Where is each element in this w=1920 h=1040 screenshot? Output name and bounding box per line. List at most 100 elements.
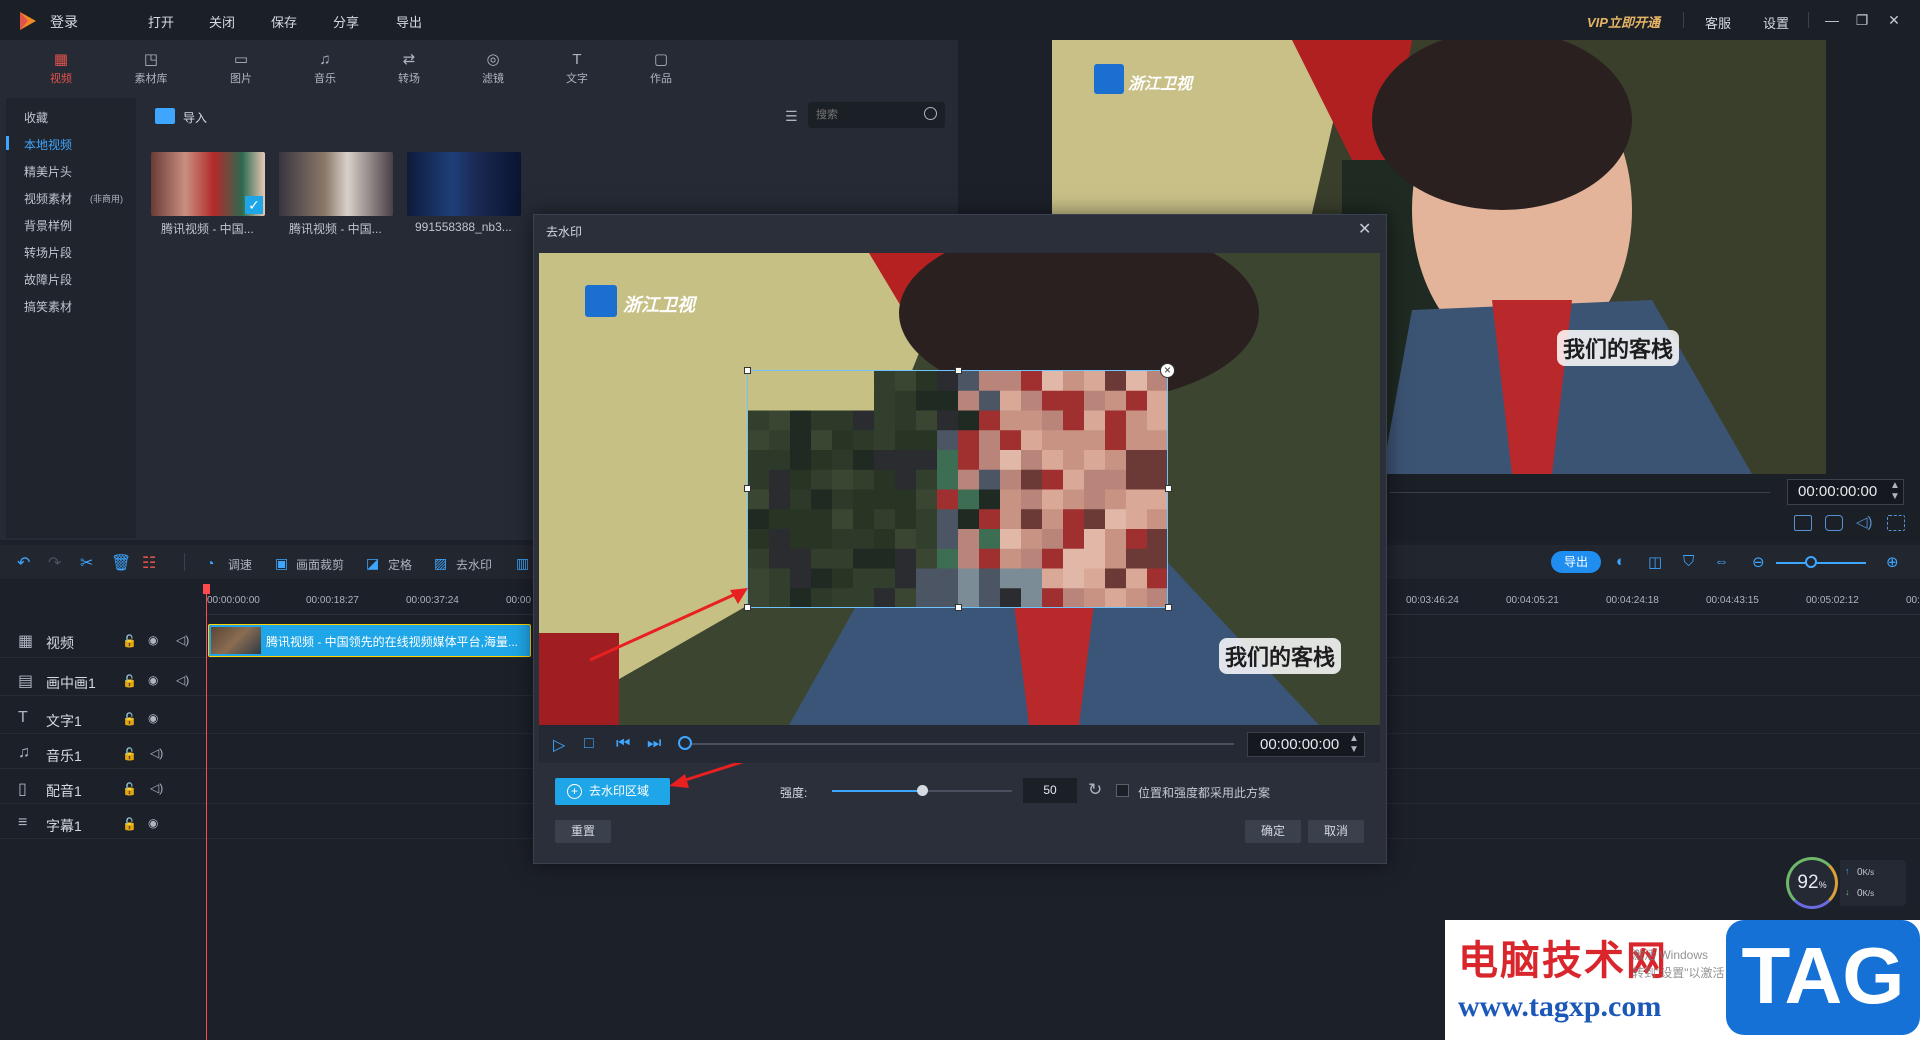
reset-icon[interactable]: ↻ — [1088, 780, 1102, 800]
vip-link[interactable]: VIP立即开通 — [1587, 12, 1660, 31]
time-stepper-icon[interactable]: ▲ ▼ — [1349, 733, 1359, 755]
volume-icon[interactable]: ◁) — [150, 746, 163, 760]
import-icon[interactable] — [155, 108, 175, 124]
resize-handle[interactable] — [1165, 485, 1172, 492]
lock-icon[interactable]: 🔓 — [122, 782, 137, 796]
resize-handle[interactable] — [1165, 604, 1172, 611]
category-transition-clips[interactable]: 转场片段 — [24, 244, 72, 261]
lock-icon[interactable]: 🔓 — [122, 634, 137, 648]
menu-save[interactable]: 保存 — [271, 12, 297, 31]
fullscreen-icon[interactable] — [1887, 515, 1905, 531]
search-box[interactable] — [808, 102, 945, 128]
zoom-slider[interactable] — [1776, 562, 1866, 564]
media-thumbnail[interactable] — [279, 152, 393, 216]
search-input[interactable] — [816, 107, 916, 123]
zoom-slider-knob[interactable] — [1805, 556, 1817, 568]
menu-open[interactable]: 打开 — [148, 12, 174, 31]
close-icon[interactable]: ✕ — [1358, 219, 1371, 239]
fit-icon[interactable]: ⇔ — [1714, 553, 1729, 570]
tab-works[interactable]: ▢ 作品 — [626, 50, 696, 90]
close-icon[interactable]: ✕ — [1885, 11, 1903, 29]
watermark-selection[interactable] — [747, 370, 1168, 608]
add-watermark-area-button[interactable]: + 去水印区域 — [555, 778, 670, 805]
eye-icon[interactable]: ◉ — [148, 711, 158, 725]
lock-icon[interactable]: 🔓 — [122, 747, 137, 761]
volume-icon[interactable]: ◁) — [176, 633, 189, 647]
export-button[interactable]: 导出 — [1551, 551, 1601, 573]
cancel-button[interactable]: 取消 — [1308, 820, 1364, 843]
menu-share[interactable]: 分享 — [333, 12, 359, 31]
marker-icon[interactable]: ⛉ — [1683, 553, 1694, 570]
volume-icon[interactable]: ◁) — [150, 781, 163, 795]
search-icon[interactable] — [924, 107, 937, 120]
import-button[interactable]: 导入 — [183, 109, 207, 126]
resize-handle[interactable] — [955, 367, 962, 374]
settings-link[interactable]: 设置 — [1763, 13, 1789, 32]
preview-timecode[interactable]: 00:00:00:00 — [1787, 479, 1904, 505]
prev-frame-icon[interactable]: ⏮ — [616, 735, 630, 753]
lock-icon[interactable]: 🔓 — [122, 712, 137, 726]
tab-music[interactable]: ♫ 音乐 — [290, 50, 360, 90]
remove-watermark-button[interactable]: 去水印 — [456, 556, 492, 573]
freeze-icon[interactable]: ◪ — [366, 555, 379, 572]
zoom-in-icon[interactable]: ⊕ — [1886, 553, 1899, 571]
tab-library[interactable]: ◳ 素材库 — [116, 50, 186, 90]
stop-icon[interactable]: □ — [584, 735, 594, 753]
strength-input[interactable]: 50 — [1023, 778, 1077, 803]
watermark-icon[interactable]: ▨ — [434, 555, 447, 572]
lock-icon[interactable]: 🔓 — [122, 817, 137, 831]
reset-button[interactable]: 重置 — [555, 820, 611, 843]
category-footage[interactable]: 视频素材 — [24, 190, 72, 207]
undo-icon[interactable]: ↶ — [17, 553, 30, 573]
tab-video[interactable]: ▦ 视频 — [26, 50, 96, 90]
menu-export[interactable]: 导出 — [396, 12, 422, 31]
split-view-icon[interactable]: ◫ — [1648, 553, 1662, 571]
next-frame-icon[interactable]: ⏭ — [647, 735, 661, 753]
crop-icon[interactable]: ▣ — [275, 555, 288, 572]
seek-knob[interactable] — [678, 736, 692, 750]
split-icon[interactable]: ☷ — [142, 553, 156, 573]
apply-all-checkbox[interactable] — [1116, 784, 1129, 797]
category-intro[interactable]: 精美片头 — [24, 163, 72, 180]
zoom-out-icon[interactable]: ⊖ — [1752, 553, 1765, 571]
restore-icon[interactable]: ❐ — [1853, 11, 1871, 29]
crop-button[interactable]: 画面裁剪 — [296, 556, 344, 573]
login-link[interactable]: 登录 — [50, 12, 78, 32]
dialog-timecode[interactable]: 00:00:00:00 — [1247, 732, 1365, 757]
eye-icon[interactable]: ◉ — [148, 633, 158, 647]
strength-slider-knob[interactable] — [917, 785, 928, 796]
freeze-button[interactable]: 定格 — [388, 556, 412, 573]
eye-icon[interactable]: ◉ — [148, 673, 158, 687]
category-favorites[interactable]: 收藏 — [24, 109, 48, 126]
tab-filter[interactable]: ◎ 滤镜 — [458, 50, 528, 90]
category-funny[interactable]: 搞笑素材 — [24, 298, 72, 315]
resize-handle[interactable] — [744, 485, 751, 492]
preview-seekbar[interactable] — [1390, 492, 1770, 493]
sort-icon[interactable]: ☰ — [785, 108, 798, 125]
time-stepper-icon[interactable]: ▲ ▼ — [1890, 480, 1900, 502]
media-thumbnail[interactable] — [407, 152, 521, 216]
media-thumbnail[interactable]: ✓ — [151, 152, 265, 216]
dialog-seekbar[interactable] — [684, 743, 1234, 745]
menu-close[interactable]: 关闭 — [209, 12, 235, 31]
camera-icon[interactable] — [1825, 515, 1843, 531]
speed-icon[interactable]: ◔ — [206, 555, 214, 571]
playhead-handle[interactable] — [203, 584, 210, 594]
remove-area-icon[interactable]: × — [1160, 363, 1175, 378]
redo-icon[interactable]: ↷ — [48, 553, 61, 573]
resize-handle[interactable] — [955, 604, 962, 611]
category-glitch[interactable]: 故障片段 — [24, 271, 72, 288]
speed-button[interactable]: 调速 — [228, 556, 252, 573]
volume-icon[interactable]: ◁) — [176, 673, 189, 687]
resize-handle[interactable] — [744, 367, 751, 374]
category-local-video[interactable]: 本地视频 — [24, 136, 72, 153]
playhead[interactable] — [206, 585, 207, 1040]
service-link[interactable]: 客服 — [1705, 13, 1731, 32]
tab-image[interactable]: ▭ 图片 — [206, 50, 276, 90]
tab-transition[interactable]: ⇄ 转场 — [374, 50, 444, 90]
eye-icon[interactable]: ◉ — [148, 816, 158, 830]
category-background[interactable]: 背景样例 — [24, 217, 72, 234]
tab-text[interactable]: T 文字 — [542, 50, 612, 90]
more-icon[interactable]: ▥ — [516, 555, 529, 572]
play-icon[interactable]: ▷ — [553, 735, 565, 755]
